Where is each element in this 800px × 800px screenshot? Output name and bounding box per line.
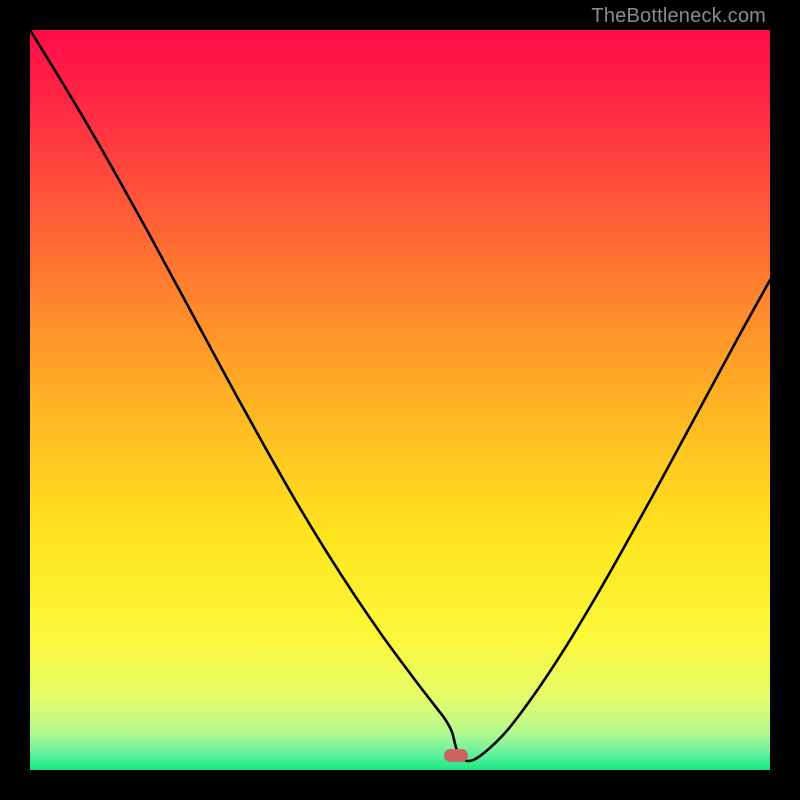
plot-area: [30, 30, 770, 770]
chart-container: TheBottleneck.com: [0, 0, 800, 800]
watermark-text: TheBottleneck.com: [591, 5, 766, 28]
bottleneck-curve: [30, 30, 770, 770]
optimal-point-marker: [444, 749, 468, 762]
